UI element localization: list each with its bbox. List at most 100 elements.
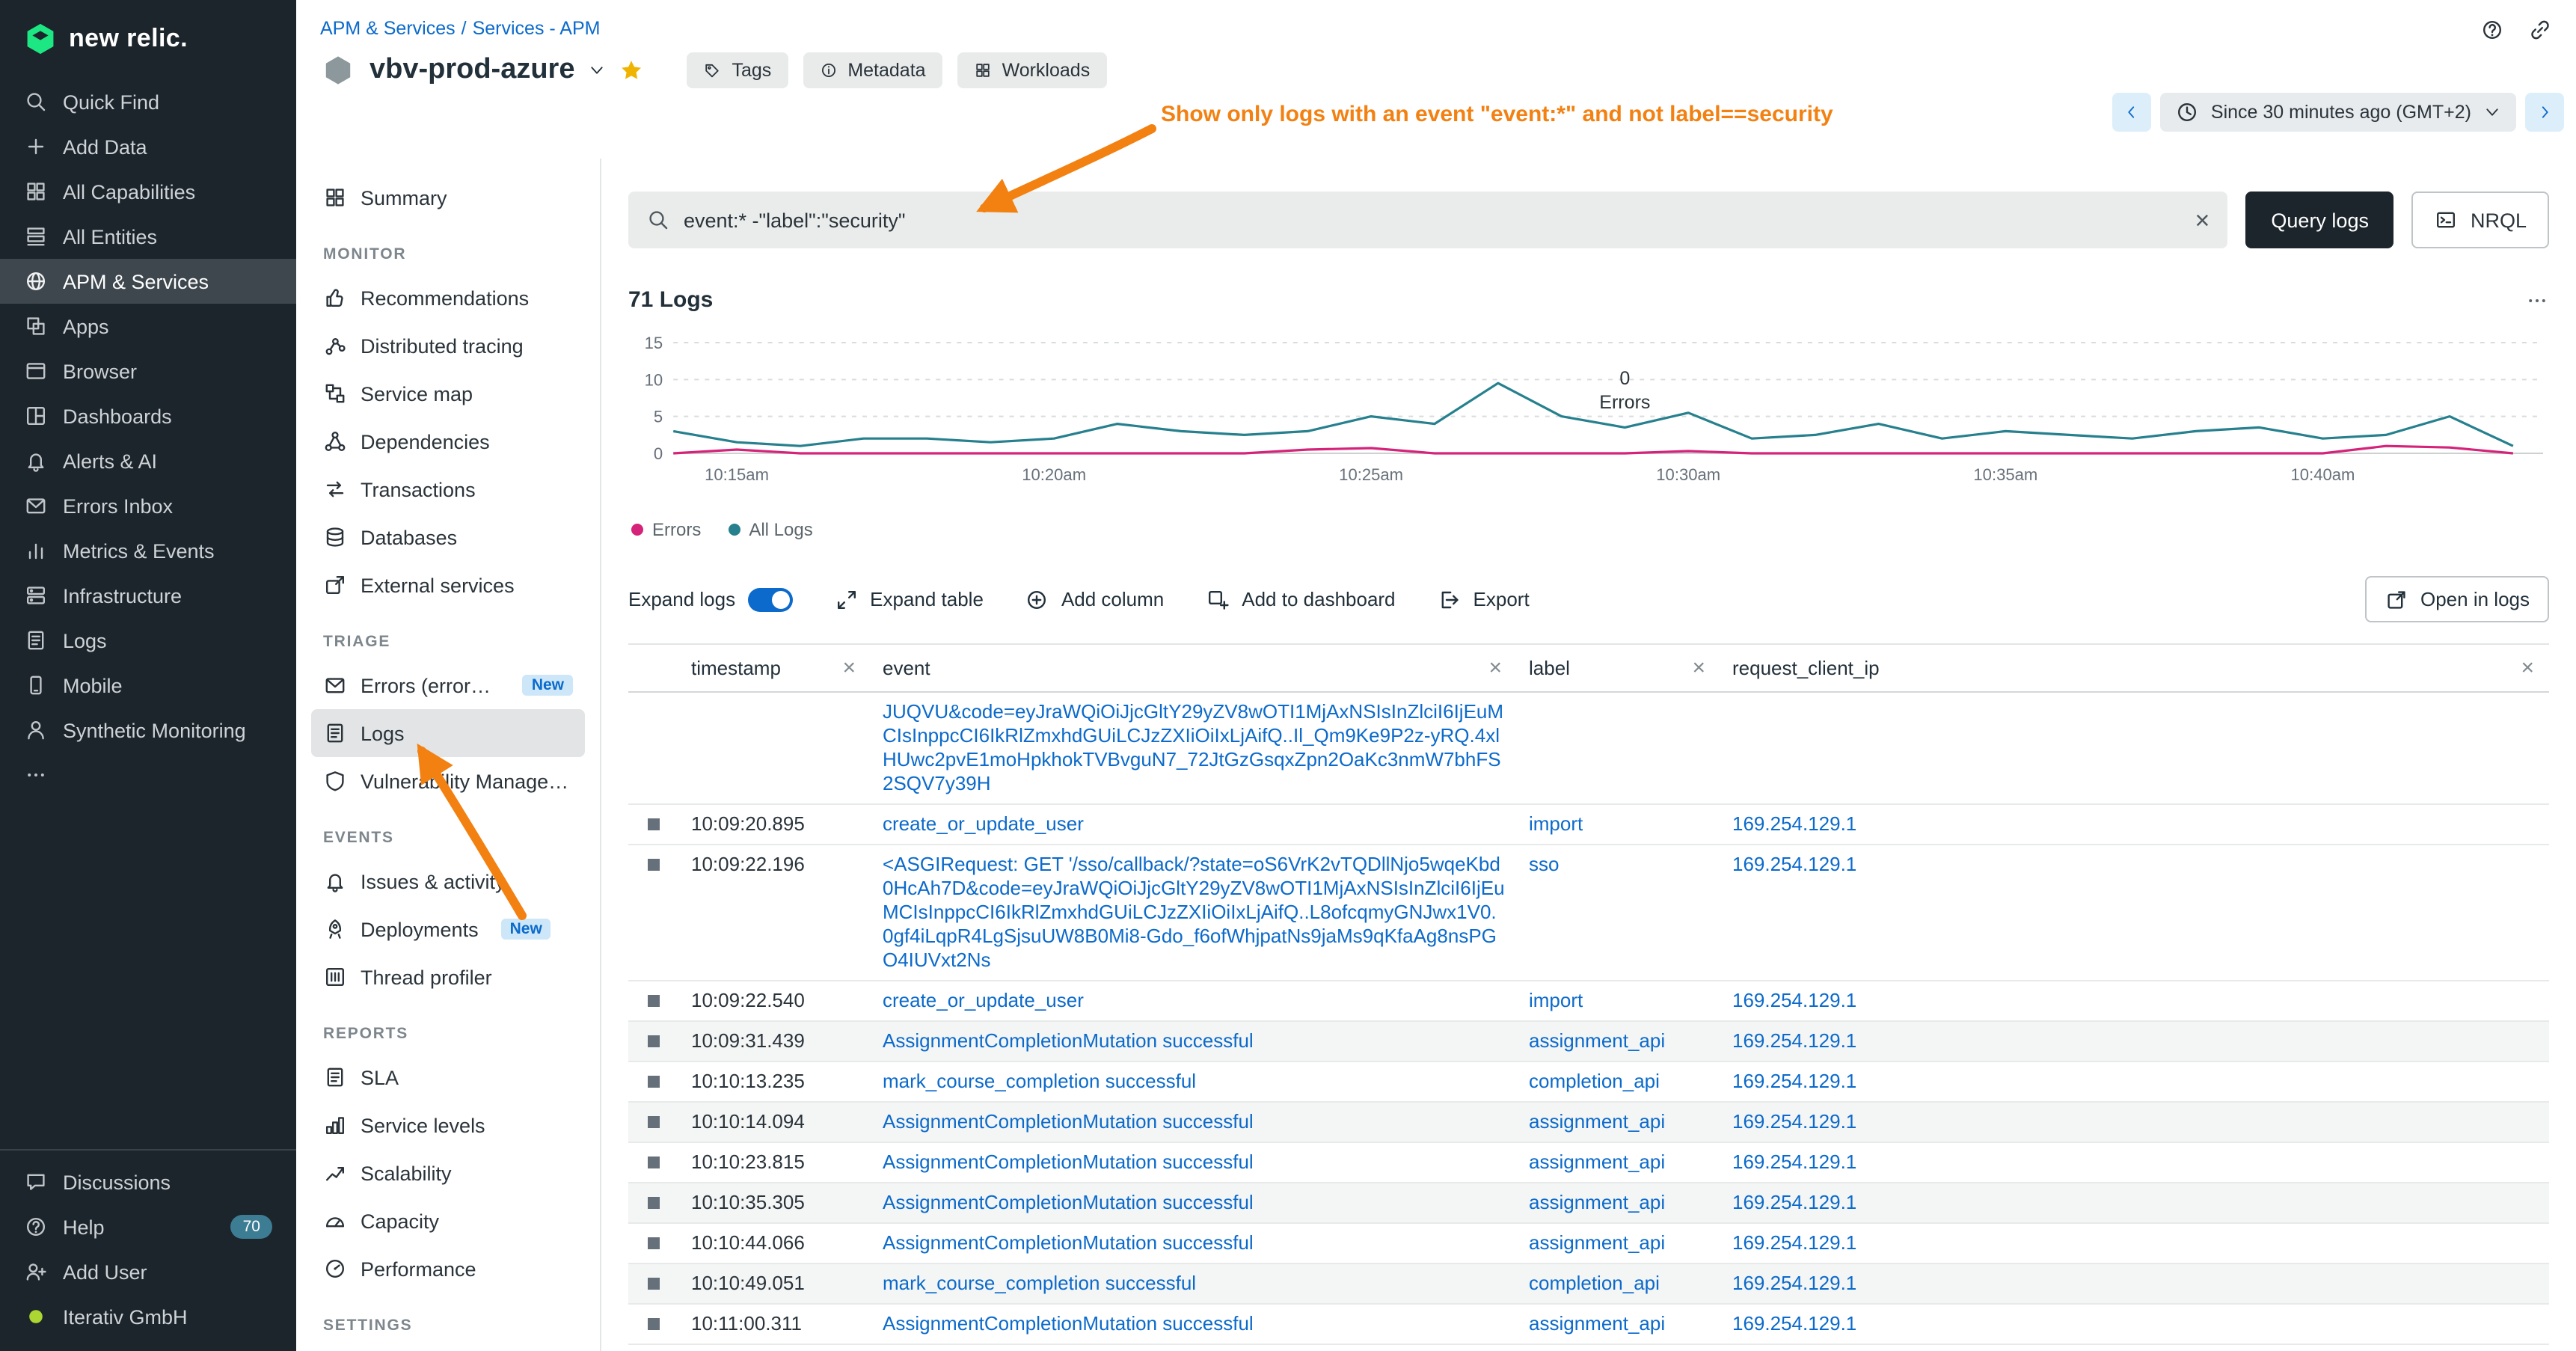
metadata-chip[interactable]: Metadata bbox=[803, 52, 942, 88]
sidebar-item-infrastructure[interactable]: Infrastructure bbox=[0, 573, 296, 618]
tags-chip[interactable]: Tags bbox=[687, 52, 788, 88]
log-event-link[interactable]: AssignmentCompletionMutation successful bbox=[883, 1312, 1254, 1335]
log-event-link[interactable]: AssignmentCompletionMutation successful bbox=[883, 1029, 1254, 1052]
secondary-nav-item-external-services[interactable]: External services bbox=[311, 561, 585, 609]
secondary-nav-item-issues-activity[interactable]: Issues & activity bbox=[311, 857, 585, 905]
nrql-button[interactable]: NRQL bbox=[2412, 192, 2549, 248]
sidebar-item-add-user[interactable]: Add User bbox=[0, 1249, 296, 1294]
log-label-link[interactable]: assignment_api bbox=[1529, 1151, 1665, 1173]
breadcrumb-link-services-apm[interactable]: Services - APM bbox=[473, 18, 601, 39]
log-label-link[interactable]: assignment_api bbox=[1529, 1312, 1665, 1335]
sidebar-item-apm-services[interactable]: APM & Services bbox=[0, 259, 296, 304]
table-row[interactable]: 10:11:00.311AssignmentCompletionMutation… bbox=[628, 1305, 2549, 1345]
sidebar-item-more[interactable] bbox=[0, 753, 296, 797]
secondary-nav-item-scalability[interactable]: Scalability bbox=[311, 1149, 585, 1197]
logs-more-button[interactable] bbox=[2525, 288, 2549, 312]
remove-column-icon[interactable]: × bbox=[2518, 657, 2537, 679]
log-ip-link[interactable]: 169.254.129.1 bbox=[1732, 1070, 1856, 1092]
row-checkbox[interactable] bbox=[648, 1278, 660, 1290]
sidebar-item-dashboards[interactable]: Dashboards bbox=[0, 393, 296, 438]
sidebar-item-help[interactable]: Help70 bbox=[0, 1204, 296, 1249]
row-checkbox[interactable] bbox=[648, 1237, 660, 1249]
table-row[interactable]: 10:10:44.066AssignmentCompletionMutation… bbox=[628, 1224, 2549, 1264]
column-header-event[interactable]: event× bbox=[871, 645, 1517, 691]
workloads-chip[interactable]: Workloads bbox=[957, 52, 1107, 88]
secondary-nav-item-transactions[interactable]: Transactions bbox=[311, 465, 585, 513]
log-ip-link[interactable]: 169.254.129.1 bbox=[1732, 1312, 1856, 1335]
log-event-link[interactable]: create_or_update_user bbox=[883, 989, 1084, 1011]
add-column-button[interactable]: Add column bbox=[1025, 587, 1164, 611]
log-ip-link[interactable]: 169.254.129.1 bbox=[1732, 812, 1856, 835]
secondary-nav-item-dependencies[interactable]: Dependencies bbox=[311, 417, 585, 465]
log-label-link[interactable]: assignment_api bbox=[1529, 1191, 1665, 1213]
row-checkbox[interactable] bbox=[648, 1035, 660, 1047]
clear-query-button[interactable]: × bbox=[2195, 207, 2210, 233]
secondary-nav-item-summary[interactable]: Summary bbox=[311, 174, 585, 221]
table-row[interactable]: 10:09:22.540create_or_update_userimport1… bbox=[628, 981, 2549, 1022]
log-ip-link[interactable]: 169.254.129.1 bbox=[1732, 853, 1856, 875]
table-row[interactable]: 10:10:23.815AssignmentCompletionMutation… bbox=[628, 1143, 2549, 1183]
sidebar-item-metrics-events[interactable]: Metrics & Events bbox=[0, 528, 296, 573]
sidebar-item-quick-find[interactable]: Quick Find bbox=[0, 79, 296, 124]
table-row[interactable]: 10:09:22.196<ASGIRequest: GET '/sso/call… bbox=[628, 845, 2549, 981]
log-ip-link[interactable]: 169.254.129.1 bbox=[1732, 1191, 1856, 1213]
log-label-link[interactable]: import bbox=[1529, 989, 1583, 1011]
table-row[interactable]: JUQVU&code=eyJraWQiOiJjcGltY29yZV8wOTI1M… bbox=[628, 693, 2549, 805]
log-label-link[interactable]: completion_api bbox=[1529, 1070, 1660, 1092]
sidebar-item-discussions[interactable]: Discussions bbox=[0, 1159, 296, 1204]
time-range-picker[interactable]: Since 30 minutes ago (GMT+2) bbox=[2160, 93, 2516, 132]
row-checkbox[interactable] bbox=[648, 1157, 660, 1168]
remove-column-icon[interactable]: × bbox=[1689, 657, 1708, 679]
log-ip-link[interactable]: 169.254.129.1 bbox=[1732, 1231, 1856, 1254]
secondary-nav-item-databases[interactable]: Databases bbox=[311, 513, 585, 561]
permalink-icon[interactable] bbox=[2528, 18, 2552, 42]
remove-column-icon[interactable]: × bbox=[1485, 657, 1505, 679]
entity-caret-icon[interactable] bbox=[589, 61, 607, 79]
sidebar-item-all-capabilities[interactable]: All Capabilities bbox=[0, 169, 296, 214]
log-event-link[interactable]: AssignmentCompletionMutation successful bbox=[883, 1110, 1254, 1133]
table-row[interactable]: 10:10:14.094AssignmentCompletionMutation… bbox=[628, 1103, 2549, 1143]
legend-item-errors[interactable]: Errors bbox=[631, 519, 701, 540]
secondary-nav-item-capacity[interactable]: Capacity bbox=[311, 1197, 585, 1245]
column-header-timestamp[interactable]: timestamp× bbox=[679, 645, 871, 691]
log-label-link[interactable]: sso bbox=[1529, 853, 1559, 875]
time-back-button[interactable] bbox=[2112, 93, 2151, 132]
sidebar-item-alerts-ai[interactable]: Alerts & AI bbox=[0, 438, 296, 483]
log-ip-link[interactable]: 169.254.129.1 bbox=[1732, 1151, 1856, 1173]
expand-logs-toggle[interactable] bbox=[747, 587, 792, 611]
table-row[interactable]: 10:09:20.895create_or_update_userimport1… bbox=[628, 805, 2549, 845]
sidebar-item-add-data[interactable]: Add Data bbox=[0, 124, 296, 169]
time-forward-button[interactable] bbox=[2525, 93, 2564, 132]
sidebar-item-logs[interactable]: Logs bbox=[0, 618, 296, 663]
log-label-link[interactable]: assignment_api bbox=[1529, 1029, 1665, 1052]
log-event-link[interactable]: AssignmentCompletionMutation successful bbox=[883, 1231, 1254, 1254]
row-checkbox[interactable] bbox=[648, 1116, 660, 1128]
row-checkbox[interactable] bbox=[648, 1076, 660, 1088]
secondary-nav-item-errors-errors-inb[interactable]: Errors (errors inb...New bbox=[311, 661, 585, 709]
secondary-nav-item-performance[interactable]: Performance bbox=[311, 1245, 585, 1293]
table-row[interactable]: 10:10:13.235mark_course_completion succe… bbox=[628, 1062, 2549, 1103]
log-label-link[interactable]: completion_api bbox=[1529, 1272, 1660, 1294]
log-event-link[interactable]: mark_course_completion successful bbox=[883, 1272, 1196, 1294]
log-event-link[interactable]: JUQVU&code=eyJraWQiOiJjcGltY29yZV8wOTI1M… bbox=[883, 700, 1503, 794]
sidebar-item-apps[interactable]: Apps bbox=[0, 304, 296, 349]
new-relic-logo[interactable]: new relic. bbox=[0, 0, 296, 79]
query-input[interactable] bbox=[684, 209, 2182, 231]
row-checkbox[interactable] bbox=[648, 1197, 660, 1209]
log-event-link[interactable]: AssignmentCompletionMutation successful bbox=[883, 1151, 1254, 1173]
secondary-nav-item-service-map[interactable]: Service map bbox=[311, 370, 585, 417]
secondary-nav-item-deployments[interactable]: DeploymentsNew bbox=[311, 905, 585, 953]
help-circle-icon[interactable] bbox=[2480, 18, 2504, 42]
row-checkbox[interactable] bbox=[648, 1318, 660, 1330]
row-checkbox[interactable] bbox=[648, 859, 660, 871]
secondary-nav-item-service-levels[interactable]: Service levels bbox=[311, 1101, 585, 1149]
legend-item-all-logs[interactable]: All Logs bbox=[728, 519, 812, 540]
log-ip-link[interactable]: 169.254.129.1 bbox=[1732, 1029, 1856, 1052]
column-header-label[interactable]: label× bbox=[1517, 645, 1720, 691]
export-button[interactable]: Export bbox=[1438, 587, 1530, 611]
sidebar-item-all-entities[interactable]: All Entities bbox=[0, 214, 296, 259]
remove-column-icon[interactable]: × bbox=[839, 657, 859, 679]
row-checkbox[interactable] bbox=[648, 995, 660, 1007]
secondary-nav-item-sla[interactable]: SLA bbox=[311, 1053, 585, 1101]
secondary-nav-item-logs[interactable]: Logs bbox=[311, 709, 585, 757]
